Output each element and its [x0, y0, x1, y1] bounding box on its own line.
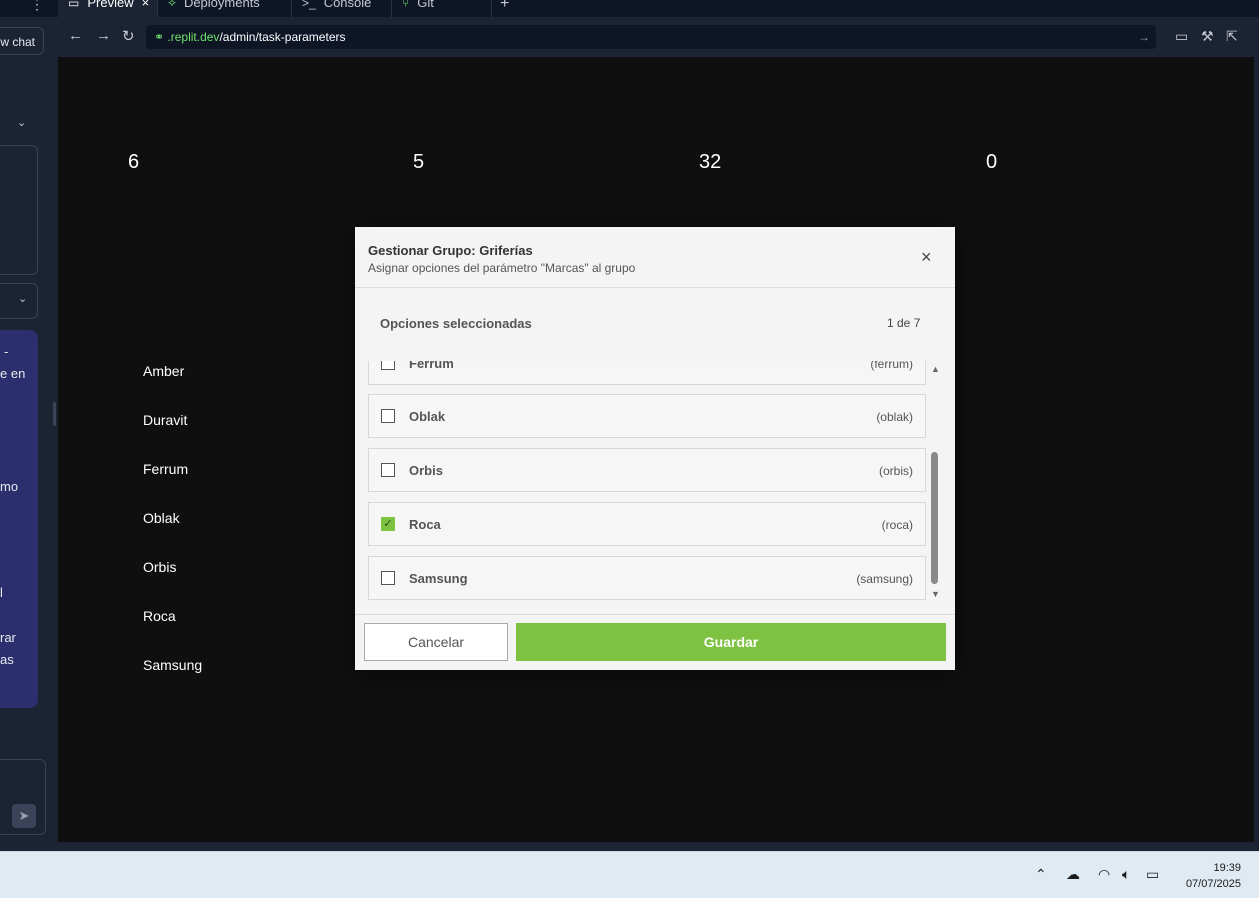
link-icon: ⚭: [154, 30, 165, 44]
selected-count: 1 de 7: [887, 316, 921, 330]
volume-icon[interactable]: 🔈︎: [1122, 866, 1130, 883]
new-tab-button[interactable]: +: [500, 0, 509, 13]
scroll-up-arrow-icon[interactable]: ▲: [931, 364, 940, 374]
dialog-title: Gestionar Grupo: Griferías: [368, 243, 533, 258]
tab-preview[interactable]: ▭ Preview ×: [58, 0, 158, 17]
terminal-icon: >_: [302, 0, 316, 10]
chat-model-select[interactable]: ⌄: [0, 283, 38, 319]
option-orbis[interactable]: Orbis (orbis): [368, 448, 926, 492]
wrench-icon[interactable]: ⚒: [1201, 28, 1214, 45]
checkbox[interactable]: [381, 409, 395, 423]
chevron-down-icon: ⌄: [18, 293, 28, 305]
option-ferrum[interactable]: Ferrum (ferrum): [368, 361, 926, 385]
option-samsung[interactable]: Samsung (samsung): [368, 556, 926, 600]
chat-message: - e en mo l rar as: [0, 330, 38, 708]
close-tab-icon[interactable]: ×: [142, 0, 150, 10]
dialog-subtitle: Asignar opciones del parámetro "Marcas" …: [368, 261, 636, 275]
selected-options-label: Opciones seleccionadas: [380, 316, 532, 331]
tab-git[interactable]: ⑂ Git: [392, 0, 492, 17]
monitor-icon: ▭: [68, 0, 80, 10]
panel-resize-handle[interactable]: [53, 402, 56, 426]
system-clock[interactable]: 19:39 07/07/2025: [1186, 860, 1241, 892]
save-button[interactable]: Guardar: [516, 623, 946, 661]
chevron-down-icon[interactable]: ⌄: [17, 116, 26, 129]
git-icon: ⑂: [402, 0, 410, 10]
options-list[interactable]: Ferrum (ferrum) Oblak (oblak) Orbis (orb…: [368, 361, 941, 604]
new-chat-button[interactable]: w chat: [0, 27, 44, 55]
ide-tab-bar: ⋮ ▭ Preview × ⟡ Deployments >_ Console ⑂…: [0, 0, 1259, 17]
cancel-button[interactable]: Cancelar: [364, 623, 508, 661]
open-external-icon[interactable]: ⇱: [1226, 28, 1238, 45]
checkbox[interactable]: [381, 361, 395, 370]
chevron-up-icon[interactable]: ⌃: [1035, 866, 1047, 883]
forward-arrow-icon[interactable]: →: [96, 27, 111, 44]
send-icon[interactable]: ➤: [12, 804, 36, 828]
cloud-icon[interactable]: ☁: [1066, 866, 1080, 883]
more-options-icon[interactable]: ⋮: [30, 0, 44, 13]
preview-address-bar: ← → ↻ ⚭ .replit.dev/admin/task-parameter…: [58, 17, 1259, 57]
go-arrow-icon[interactable]: →: [1138, 25, 1150, 49]
tab-console[interactable]: >_ Console: [292, 0, 392, 17]
dialog-header: Gestionar Grupo: Griferías Asignar opcio…: [355, 227, 955, 288]
tab-deployments[interactable]: ⟡ Deployments: [158, 0, 292, 17]
checkbox-checked[interactable]: ✓: [381, 517, 395, 531]
os-taskbar: ⌃ ☁ ◠ 🔈︎ ▭ 19:39 07/07/2025: [0, 851, 1259, 898]
url-field[interactable]: ⚭ .replit.dev/admin/task-parameters →: [146, 25, 1156, 49]
scrollbar-thumb[interactable]: [931, 452, 938, 584]
checkbox[interactable]: [381, 571, 395, 585]
chat-context-box: [0, 145, 38, 275]
rocket-icon: ⟡: [168, 0, 176, 9]
battery-icon[interactable]: ▭: [1146, 866, 1159, 883]
ai-chat-panel: w chat ⌄ ⌄ - e en mo l rar as ➤: [0, 17, 54, 843]
scroll-down-arrow-icon[interactable]: ▼: [931, 589, 940, 599]
wifi-icon[interactable]: ◠: [1098, 866, 1110, 883]
manage-group-dialog: Gestionar Grupo: Griferías Asignar opcio…: [355, 227, 955, 670]
close-icon[interactable]: ×: [921, 248, 932, 266]
option-roca[interactable]: ✓ Roca (roca): [368, 502, 926, 546]
reload-icon[interactable]: ↻: [122, 27, 135, 45]
option-oblak[interactable]: Oblak (oblak): [368, 394, 926, 438]
checkbox[interactable]: [381, 463, 395, 477]
devices-icon[interactable]: ▭: [1175, 28, 1188, 45]
back-arrow-icon[interactable]: ←: [68, 27, 83, 44]
